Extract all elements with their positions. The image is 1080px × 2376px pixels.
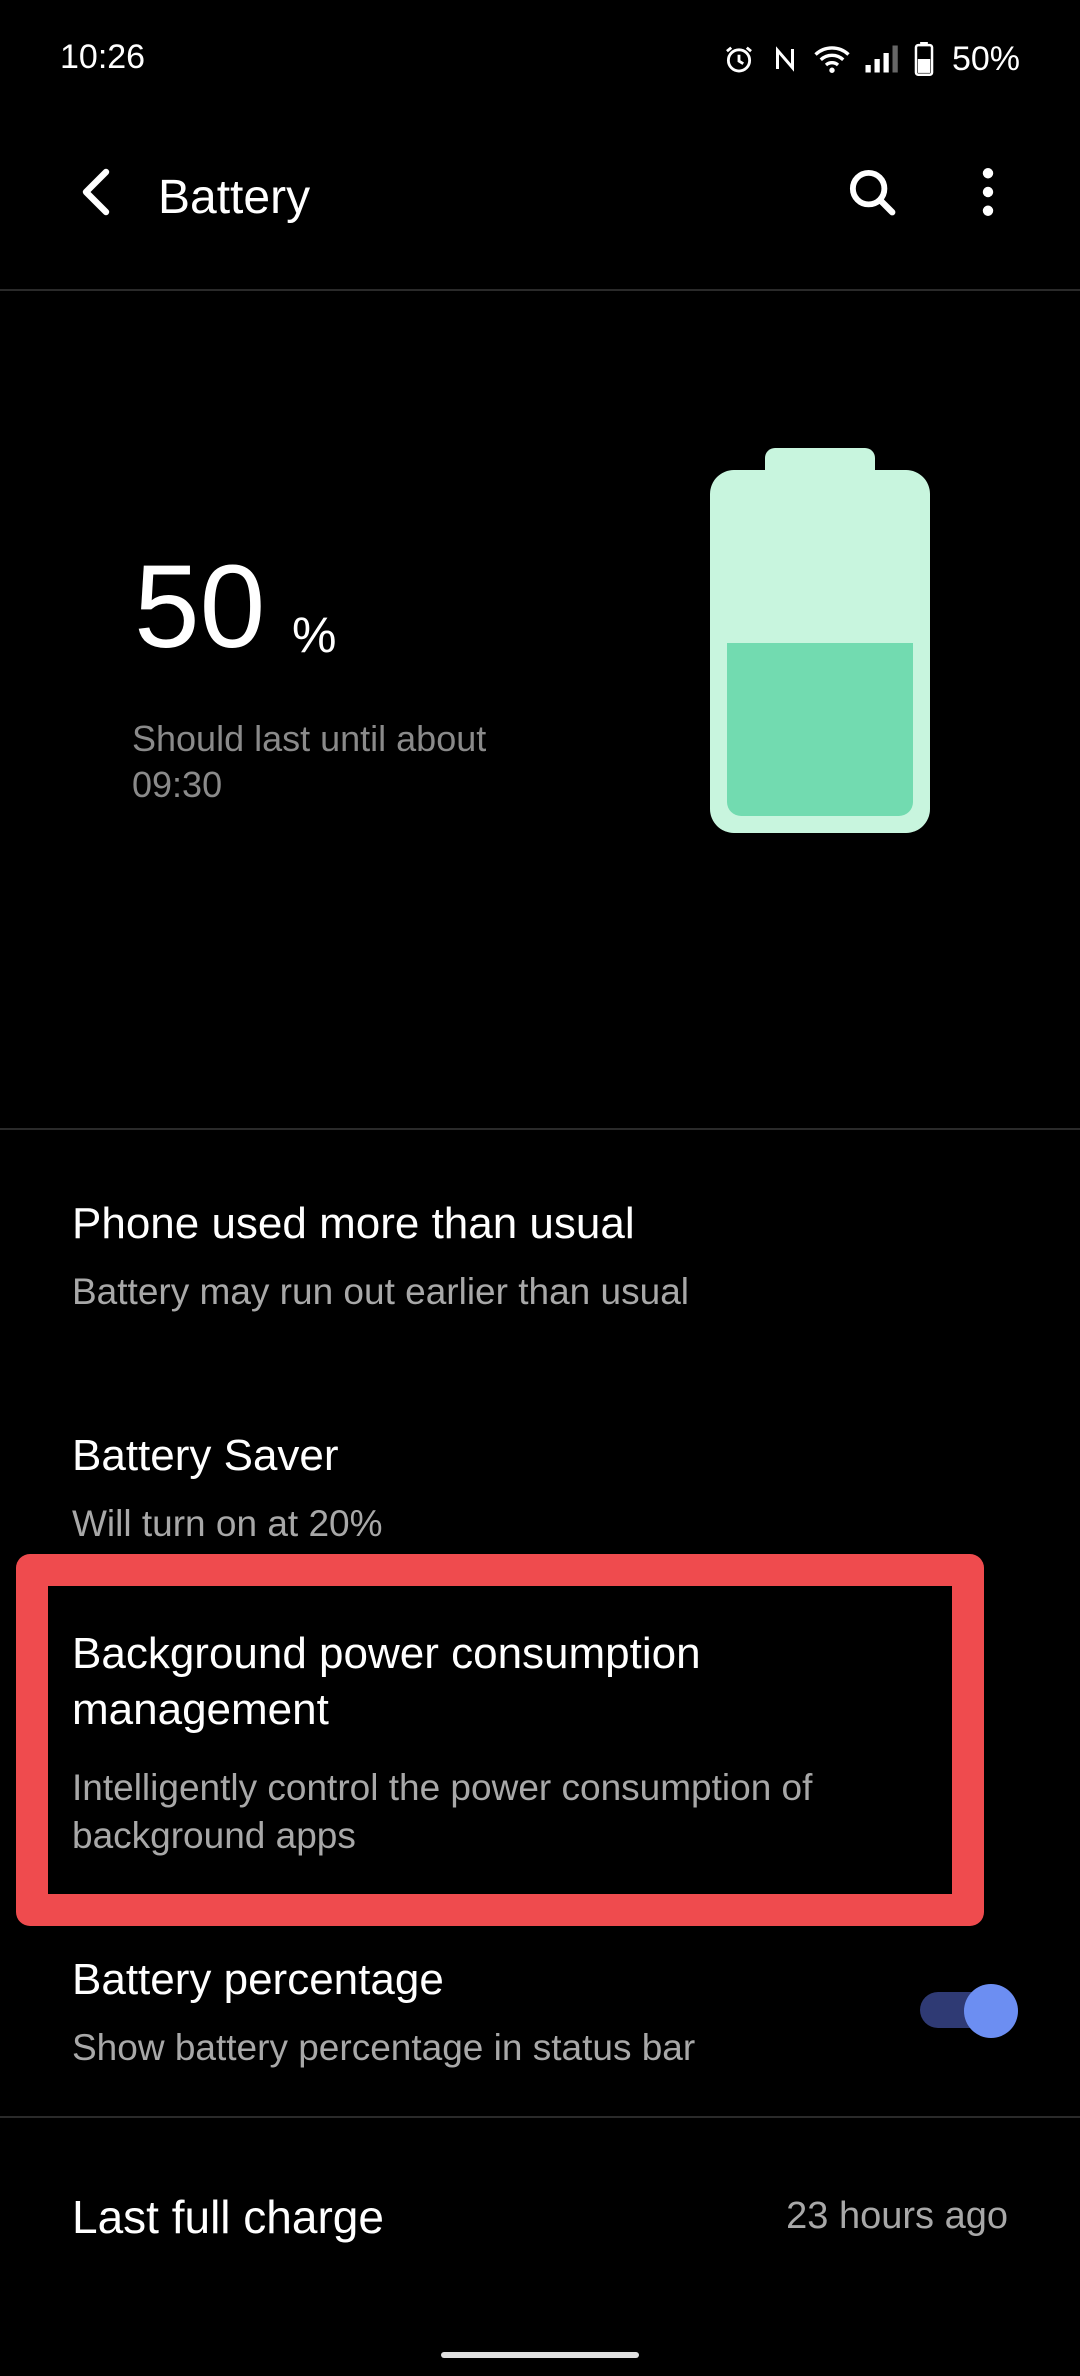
gesture-nav-handle[interactable] [441, 2352, 639, 2358]
divider [0, 289, 1080, 291]
nfc-icon [770, 42, 800, 76]
status-battery-percent: 50% [951, 39, 1020, 78]
battery-icon [914, 42, 934, 76]
battery-level-unit: % [292, 607, 337, 663]
list-item-battery-saver[interactable]: Battery Saver Will turn on at 20% [0, 1410, 1080, 1560]
list-item-subtitle: Battery may run out earlier than usual [72, 1271, 689, 1312]
toggle-thumb [964, 1984, 1018, 2038]
battery-estimate: Should last until about 09:30 [132, 718, 487, 805]
list-item-subtitle: Intelligently control the power consumpt… [72, 1767, 813, 1856]
battery-percentage-toggle[interactable] [920, 1984, 1018, 2038]
status-time: 10:26 [60, 38, 146, 76]
back-button[interactable] [60, 158, 132, 230]
list-item-subtitle: Will turn on at 20% [72, 1503, 383, 1544]
list-item-background-power[interactable]: Background power consumption management … [48, 1600, 952, 1880]
more-options-button[interactable] [952, 158, 1024, 230]
search-icon [845, 165, 899, 224]
list-item-phone-usage[interactable]: Phone used more than usual Battery may r… [0, 1178, 1080, 1338]
last-full-charge-label: Last full charge [72, 2191, 384, 2243]
signal-icon [864, 43, 900, 75]
battery-level-value: 50 [134, 541, 266, 673]
battery-graphic-fill [727, 643, 913, 816]
list-item-title: Background power consumption management [72, 1629, 701, 1734]
alarm-icon [722, 42, 756, 76]
list-item-title: Battery Saver [72, 1431, 339, 1480]
list-item-title: Battery percentage [72, 1955, 444, 2004]
wifi-icon [814, 43, 850, 75]
list-item-battery-percentage[interactable]: Battery percentage Show battery percenta… [0, 1940, 1080, 2090]
divider [0, 1128, 1080, 1130]
divider [0, 2116, 1080, 2118]
search-button[interactable] [836, 158, 908, 230]
list-item-subtitle: Show battery percentage in status bar [72, 2027, 696, 2068]
back-arrow-icon [76, 166, 116, 223]
more-vert-icon [981, 167, 995, 222]
page-title: Battery [158, 171, 311, 224]
status-icons: 50% [722, 36, 1020, 82]
last-full-charge-value: 23 hours ago [786, 2195, 1008, 2237]
list-item-title: Phone used more than usual [72, 1199, 635, 1248]
